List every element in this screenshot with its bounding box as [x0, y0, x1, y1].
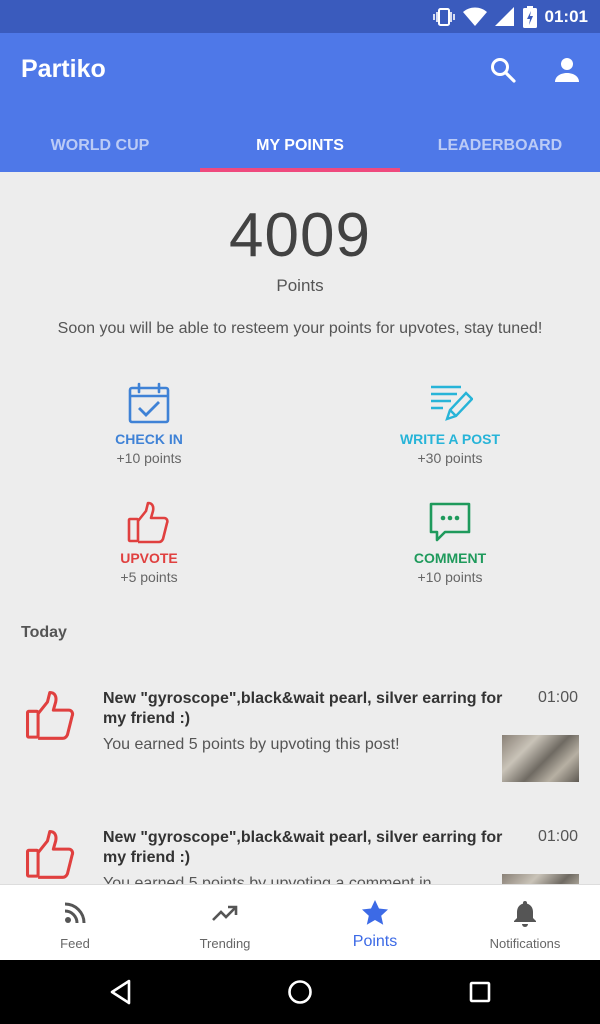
check-in-points: +10 points — [116, 450, 182, 466]
points-notice: Soon you will be able to resteem your po… — [57, 320, 543, 337]
activity-title: New "gyroscope",black&wait pearl, silver… — [103, 690, 503, 727]
back-icon[interactable] — [107, 978, 135, 1006]
thumbs-up-icon — [127, 501, 169, 544]
status-bar: 01:01 — [0, 0, 600, 33]
vibrate-icon — [432, 8, 455, 26]
calendar-check-icon — [128, 382, 170, 424]
nav-feed-label: Feed — [60, 936, 90, 951]
comment-action[interactable]: COMMENT +10 points — [350, 500, 550, 585]
app-title: Partiko — [21, 55, 106, 83]
section-today-heading: Today — [21, 624, 67, 641]
thumbs-up-icon — [25, 690, 75, 740]
activity-time: 01:00 — [537, 828, 578, 845]
upvote-points: +5 points — [120, 569, 178, 585]
nav-trending[interactable]: Trending — [150, 885, 300, 961]
system-navigation-bar — [0, 960, 600, 1024]
account-icon[interactable] — [553, 56, 581, 84]
check-in-action[interactable]: CHECK IN +10 points — [49, 381, 249, 466]
write-post-icon — [431, 385, 473, 421]
nav-notifications[interactable]: Notifications — [450, 885, 600, 961]
nav-feed[interactable]: Feed — [0, 885, 150, 961]
status-time: 01:01 — [544, 7, 588, 26]
tab-bar: WORLD CUP MY POINTS LEADERBOARD — [0, 119, 600, 172]
upvote-action[interactable]: UPVOTE +5 points — [49, 500, 249, 585]
nav-points[interactable]: Points — [300, 885, 450, 961]
write-post-action[interactable]: WRITE A POST +30 points — [350, 381, 550, 466]
app-bar: Partiko WORLD CUP MY POINTS LEADERBOARD — [0, 33, 600, 172]
write-post-label: WRITE A POST — [399, 431, 501, 447]
points-label: Points — [276, 276, 324, 295]
search-icon[interactable] — [489, 56, 517, 84]
bell-icon — [514, 901, 536, 927]
tab-indicator — [200, 168, 400, 172]
trending-up-icon — [212, 905, 238, 921]
home-icon[interactable] — [286, 978, 314, 1006]
check-in-label: CHECK IN — [115, 431, 183, 447]
recents-icon[interactable] — [466, 978, 494, 1006]
activity-time: 01:00 — [537, 689, 578, 706]
activity-description: You earned 5 points by upvoting this pos… — [103, 736, 400, 753]
tab-my-points[interactable]: MY POINTS — [200, 119, 400, 172]
battery-icon — [522, 6, 537, 28]
activity-thumbnail[interactable] — [502, 735, 579, 782]
activity-title: New "gyroscope",black&wait pearl, silver… — [103, 829, 503, 866]
activity-item[interactable]: New "gyroscope",black&wait pearl, silver… — [0, 689, 600, 809]
tab-world-cup[interactable]: WORLD CUP — [0, 119, 200, 172]
comment-points: +10 points — [417, 569, 483, 585]
nav-notifications-label: Notifications — [489, 936, 561, 951]
thumbs-up-icon — [25, 829, 75, 879]
tab-leaderboard[interactable]: LEADERBOARD — [400, 119, 600, 172]
star-icon — [362, 900, 388, 925]
upvote-label: UPVOTE — [120, 550, 178, 566]
wifi-icon — [462, 7, 487, 26]
rss-feed-icon — [64, 902, 86, 924]
comment-label: COMMENT — [413, 550, 487, 566]
signal-icon — [494, 7, 514, 26]
points-total: 4009 — [229, 201, 371, 270]
comment-icon — [429, 502, 471, 542]
bottom-navigation: Feed Trending Points Notifications — [0, 884, 600, 960]
nav-trending-label: Trending — [199, 936, 251, 951]
nav-points-label: Points — [352, 933, 398, 950]
write-post-points: +30 points — [417, 450, 483, 466]
